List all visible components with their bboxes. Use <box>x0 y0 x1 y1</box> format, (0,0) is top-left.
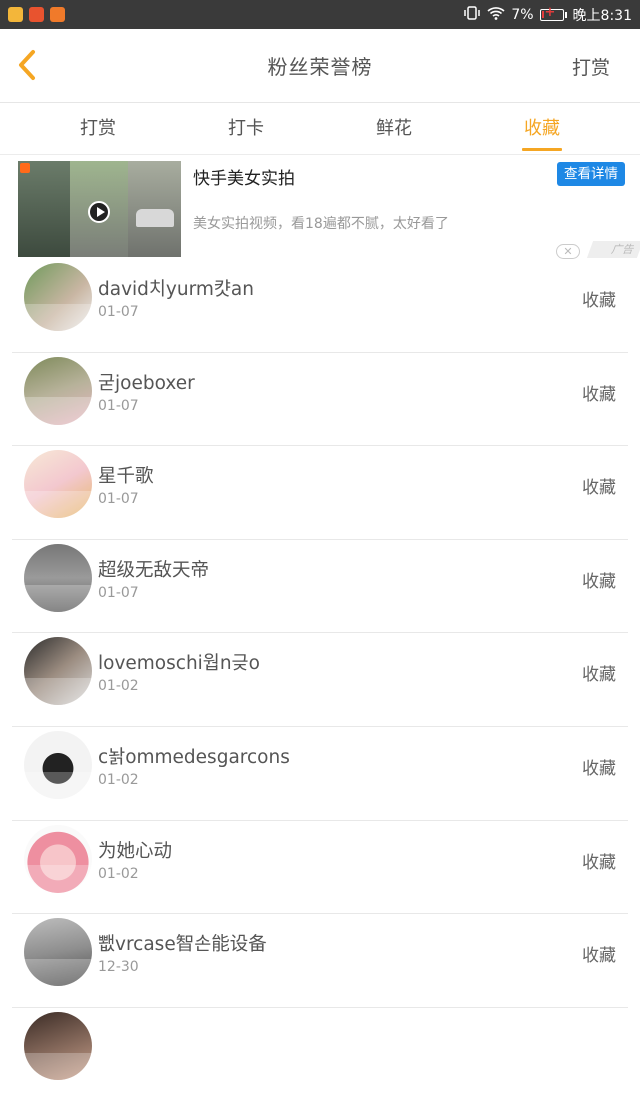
list-item[interactable]: david치yurm캿an 01-07 收藏 <box>0 259 640 353</box>
date: 01-02 <box>98 865 139 882</box>
avatar[interactable] <box>24 1011 92 1080</box>
tab-favorites[interactable]: 收藏 <box>492 104 592 154</box>
chevron-left-icon <box>19 50 35 80</box>
user-name: 뾊vrcase智손能设备 <box>98 934 267 956</box>
avatar[interactable] <box>24 637 92 706</box>
status-time: 晚上8:31 <box>572 7 632 24</box>
play-icon[interactable] <box>88 201 110 223</box>
tab-bar: 打赏 打卡 鲜花 收藏 <box>0 104 640 155</box>
reward-button[interactable]: 打赏 <box>572 53 610 80</box>
active-tab-indicator <box>522 148 562 151</box>
user-name: 为她心动 <box>98 840 173 862</box>
favorite-label: 收藏 <box>582 478 616 499</box>
list-item[interactable]: lovemoschi웝n긎o 01-02 收藏 <box>0 633 640 727</box>
user-name: david치yurm캿an <box>98 279 254 300</box>
user-name: 星千歌 <box>98 466 154 488</box>
avatar[interactable] <box>24 356 92 425</box>
battery-icon <box>539 5 567 21</box>
user-name: lovemoschi웝n긎o <box>98 653 260 675</box>
ad-title: 快手美女实拍 <box>193 169 295 189</box>
favorite-label: 收藏 <box>582 665 616 686</box>
view-details-button[interactable]: 查看详情 <box>557 162 625 186</box>
favorite-label: 收藏 <box>582 384 616 405</box>
date: 01-02 <box>98 678 139 695</box>
list-item[interactable]: 为她心动 01-02 收藏 <box>0 821 640 915</box>
avatar[interactable] <box>24 263 92 331</box>
date: 01-07 <box>98 491 139 508</box>
list-item[interactable]: 뾊vrcase智손能设备 12-30 收藏 <box>0 914 640 1008</box>
kuaishou-logo-icon <box>20 163 30 173</box>
list-item[interactable]: 굳joeboxer 01-07 收藏 <box>0 353 640 447</box>
date: 01-02 <box>98 771 139 788</box>
avatar[interactable] <box>24 543 92 612</box>
date: 01-07 <box>98 397 139 414</box>
ad-close-icon[interactable]: ✕ <box>556 244 580 259</box>
tab-flowers[interactable]: 鲜花 <box>344 104 444 154</box>
avatar[interactable] <box>24 450 92 519</box>
favorite-label: 收藏 <box>582 852 616 873</box>
ad-description: 美女实拍视频，看18遍都不腻，太好看了 <box>193 216 449 232</box>
date: 01-07 <box>98 304 139 320</box>
battery-percent: 7% <box>511 6 534 23</box>
list-item[interactable]: 星千歌 01-07 收藏 <box>0 446 640 540</box>
list-item[interactable]: c놝ommedesgarcons 01-02 收藏 <box>0 727 640 821</box>
list-item[interactable] <box>0 1008 640 1101</box>
user-name: 超级无敌天帝 <box>98 559 210 581</box>
avatar[interactable] <box>24 918 92 987</box>
back-button[interactable] <box>10 47 44 83</box>
tab-reward[interactable]: 打赏 <box>48 104 148 154</box>
favorite-label: 收藏 <box>582 946 616 967</box>
fan-list: david치yurm캿an 01-07 收藏 굳joeboxer 01-07 收… <box>0 259 640 1101</box>
ad-label: 广告 <box>586 241 640 258</box>
wifi-icon <box>487 6 505 24</box>
page-header: 粉丝荣誉榜 打赏 <box>0 29 640 103</box>
favorite-label: 收藏 <box>582 758 616 779</box>
ad-video-thumbnail[interactable] <box>18 161 181 257</box>
favorite-label: 收藏 <box>582 291 616 311</box>
date: 12-30 <box>98 959 139 976</box>
date: 01-07 <box>98 584 139 601</box>
app-icon-2 <box>29 7 44 22</box>
status-bar: 7% 晚上8:31 <box>0 0 640 29</box>
tab-checkin[interactable]: 打卡 <box>196 104 296 154</box>
vibrate-icon <box>463 5 481 24</box>
avatar[interactable] <box>24 730 92 799</box>
tab-favorites-label: 收藏 <box>524 118 560 139</box>
favorite-label: 收藏 <box>582 571 616 592</box>
ad-banner[interactable]: 快手美女实拍 美女实拍视频，看18遍都不腻，太好看了 查看详情 ✕ 广告 <box>0 156 640 259</box>
list-item[interactable]: 超级无敌天帝 01-07 收藏 <box>0 540 640 634</box>
app-icon-1 <box>8 7 23 22</box>
user-name: 굳joeboxer <box>98 372 195 394</box>
app-icon-3 <box>50 7 65 22</box>
avatar[interactable] <box>24 824 92 893</box>
page-title: 粉丝荣誉榜 <box>267 55 373 79</box>
user-name: c놝ommedesgarcons <box>98 746 290 768</box>
